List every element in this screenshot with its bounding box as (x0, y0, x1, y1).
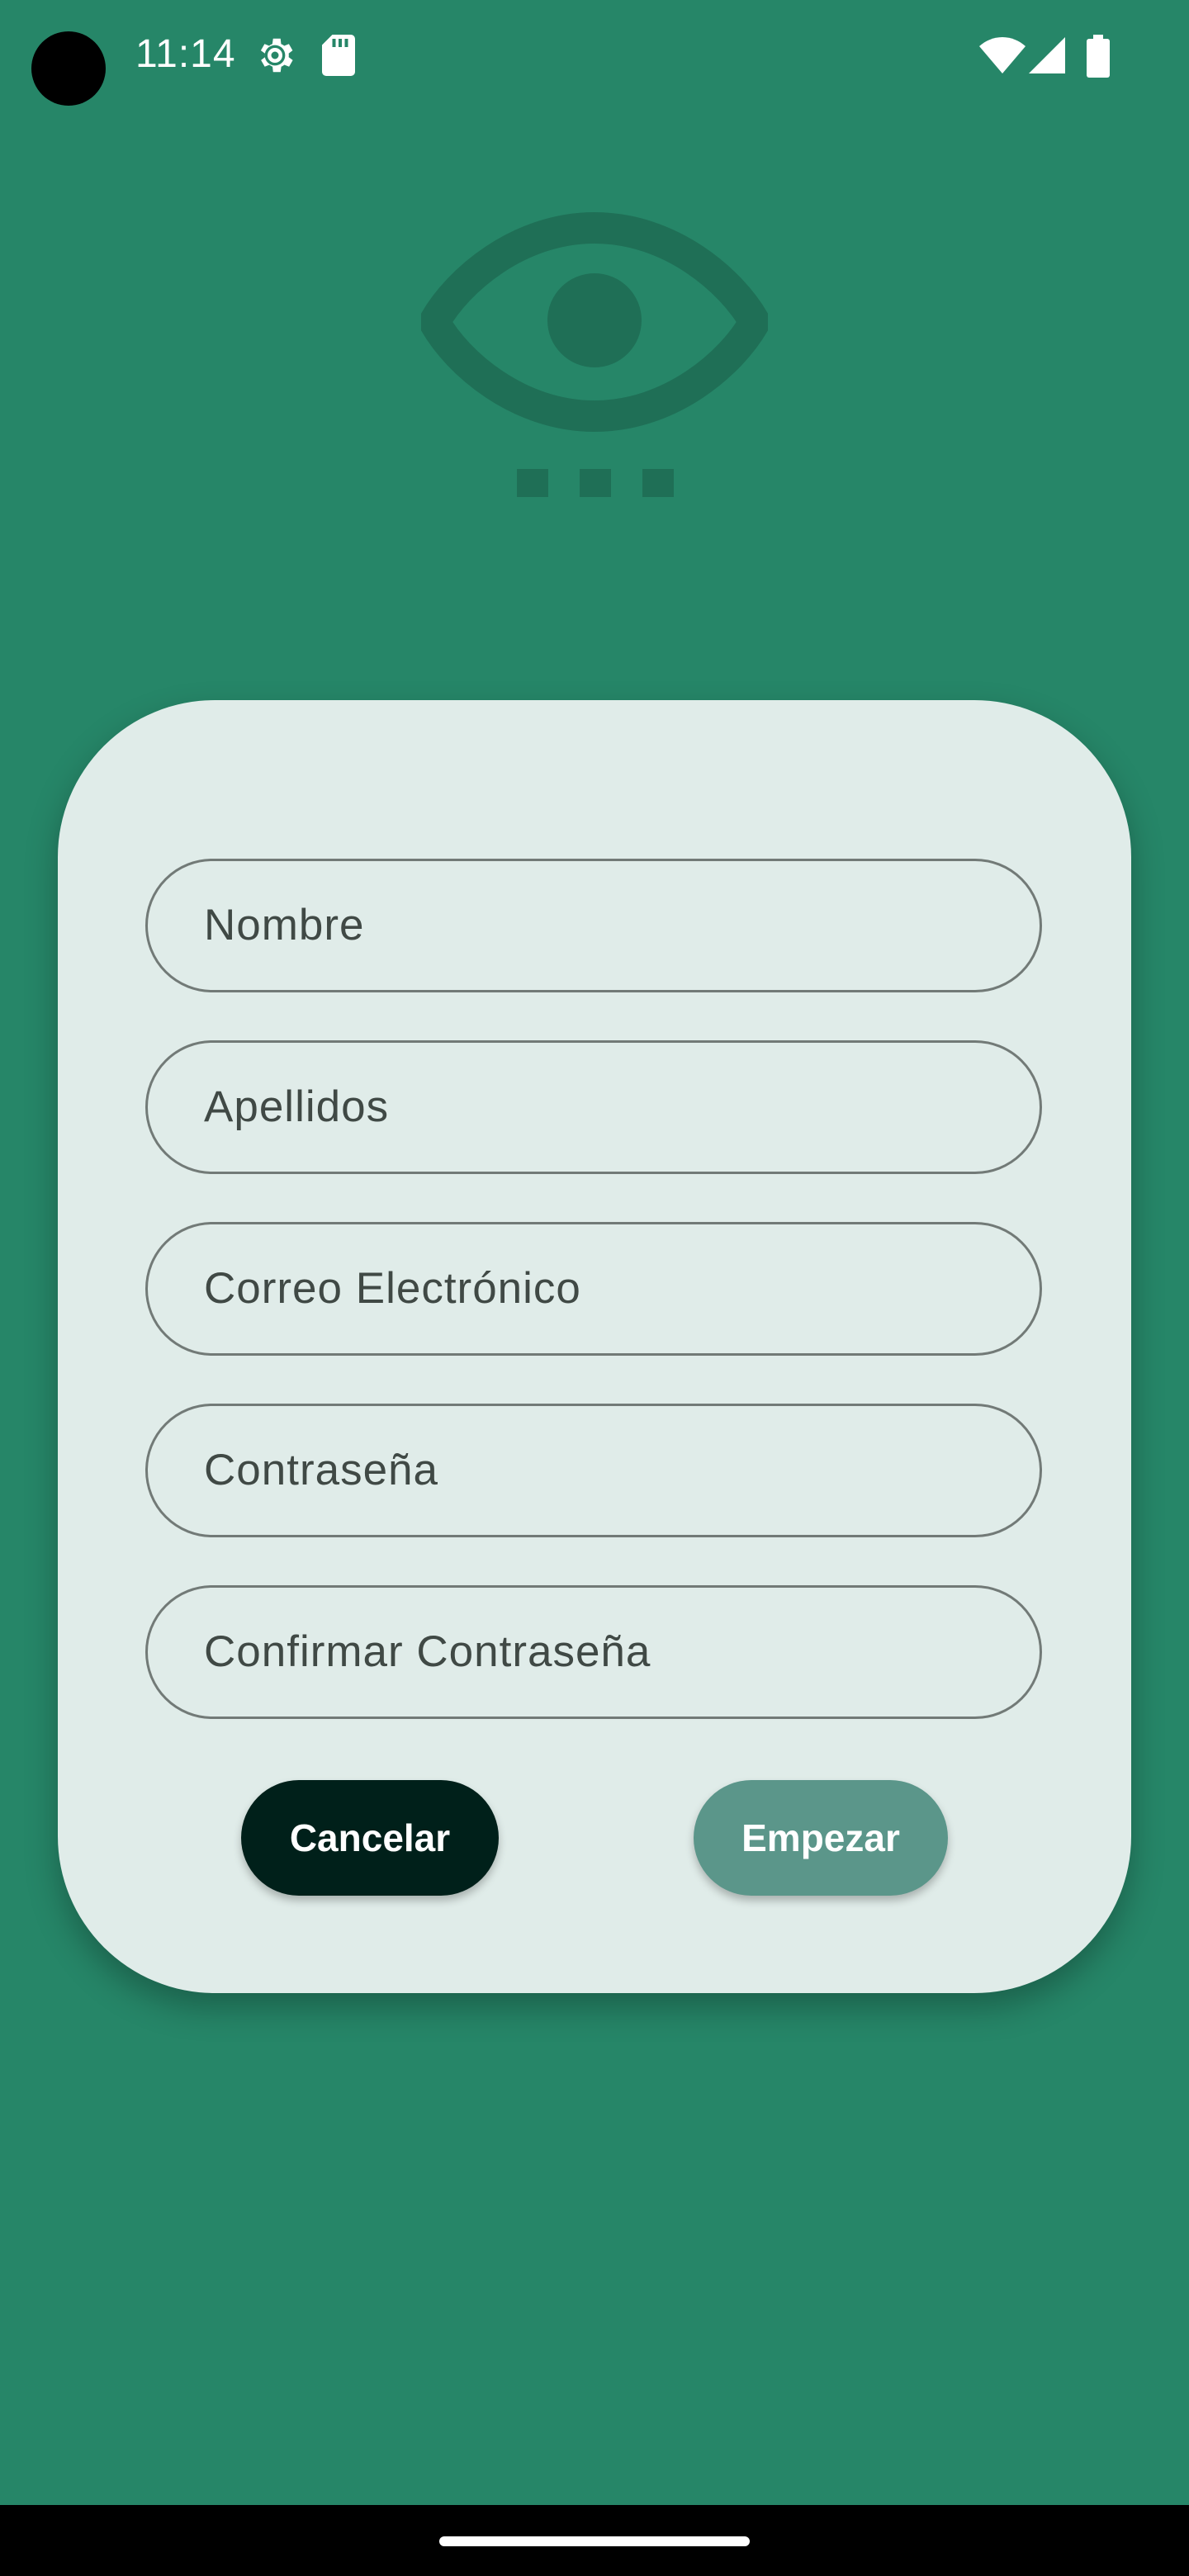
password-label: Contraseña (204, 1446, 439, 1494)
nombre-field[interactable]: Nombre (145, 859, 1042, 992)
email-label: Correo Electrónico (204, 1264, 581, 1313)
logo-dot (517, 469, 548, 497)
home-gesture-handle[interactable] (439, 2536, 750, 2546)
logo-dot (580, 469, 611, 497)
navigation-bar (0, 2505, 1189, 2576)
email-field[interactable]: Correo Electrónico (145, 1222, 1042, 1356)
sd-card-icon (322, 35, 355, 76)
status-bar: 11:14 (0, 0, 1189, 116)
confirm-password-field[interactable]: Confirmar Contraseña (145, 1585, 1042, 1719)
cancel-button[interactable]: Cancelar (241, 1780, 499, 1896)
nombre-label: Nombre (204, 901, 365, 949)
cell-signal-icon (1029, 37, 1065, 73)
apellidos-field[interactable]: Apellidos (145, 1040, 1042, 1174)
status-time: 11:14 (135, 32, 236, 76)
camera-cutout (31, 31, 106, 106)
settings-gear-icon (260, 38, 293, 73)
wifi-icon (979, 37, 1026, 73)
eye-icon (421, 212, 768, 497)
confirm-password-label: Confirmar Contraseña (204, 1627, 651, 1676)
logo-dot (642, 469, 674, 497)
start-button[interactable]: Empezar (694, 1780, 948, 1896)
register-card: Nombre Apellidos Correo Electrónico Cont… (58, 700, 1131, 1993)
password-field[interactable]: Contraseña (145, 1404, 1042, 1537)
battery-icon (1087, 35, 1110, 78)
apellidos-label: Apellidos (204, 1082, 390, 1131)
